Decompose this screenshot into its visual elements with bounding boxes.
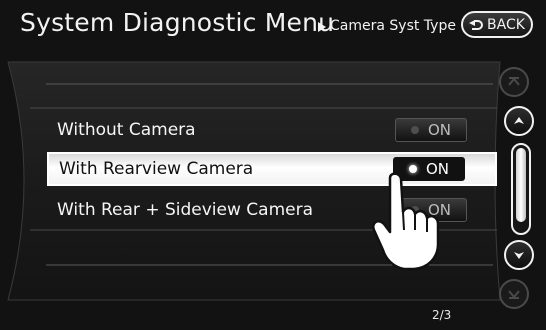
on-indicator: ON [395, 118, 467, 142]
option-label: With Rear + Sideview Camera [57, 200, 313, 220]
on-indicator-label: ON [427, 121, 452, 139]
option-label: With Rearview Camera [59, 159, 254, 179]
breadcrumb-arrow-icon [318, 22, 326, 32]
screen: System Diagnostic Menu Camera Syst Type … [0, 0, 546, 330]
scroll-up-icon [514, 117, 524, 124]
indicator-led-icon [410, 126, 419, 134]
back-button-label: BACK [487, 16, 525, 33]
page-up-button[interactable] [499, 67, 529, 97]
page-indicator: 2/3 [432, 308, 452, 322]
pointing-hand-icon [372, 172, 440, 271]
page-up-icon [508, 77, 520, 86]
scroll-down-button[interactable] [504, 240, 534, 270]
breadcrumb: Camera Syst Type [330, 18, 456, 34]
page-down-icon [508, 290, 520, 299]
option-without-camera[interactable]: Without Camera ON [47, 113, 497, 147]
option-label: Without Camera [57, 120, 196, 140]
scrollbar[interactable] [511, 143, 531, 235]
scroll-down-icon [514, 252, 524, 259]
back-button[interactable]: BACK [461, 11, 533, 38]
scroll-up-button[interactable] [504, 106, 534, 136]
page-title: System Diagnostic Menu [20, 8, 335, 37]
scrollbar-thumb[interactable] [516, 148, 526, 222]
page-down-button[interactable] [499, 279, 529, 309]
return-arrow-icon [469, 19, 484, 30]
